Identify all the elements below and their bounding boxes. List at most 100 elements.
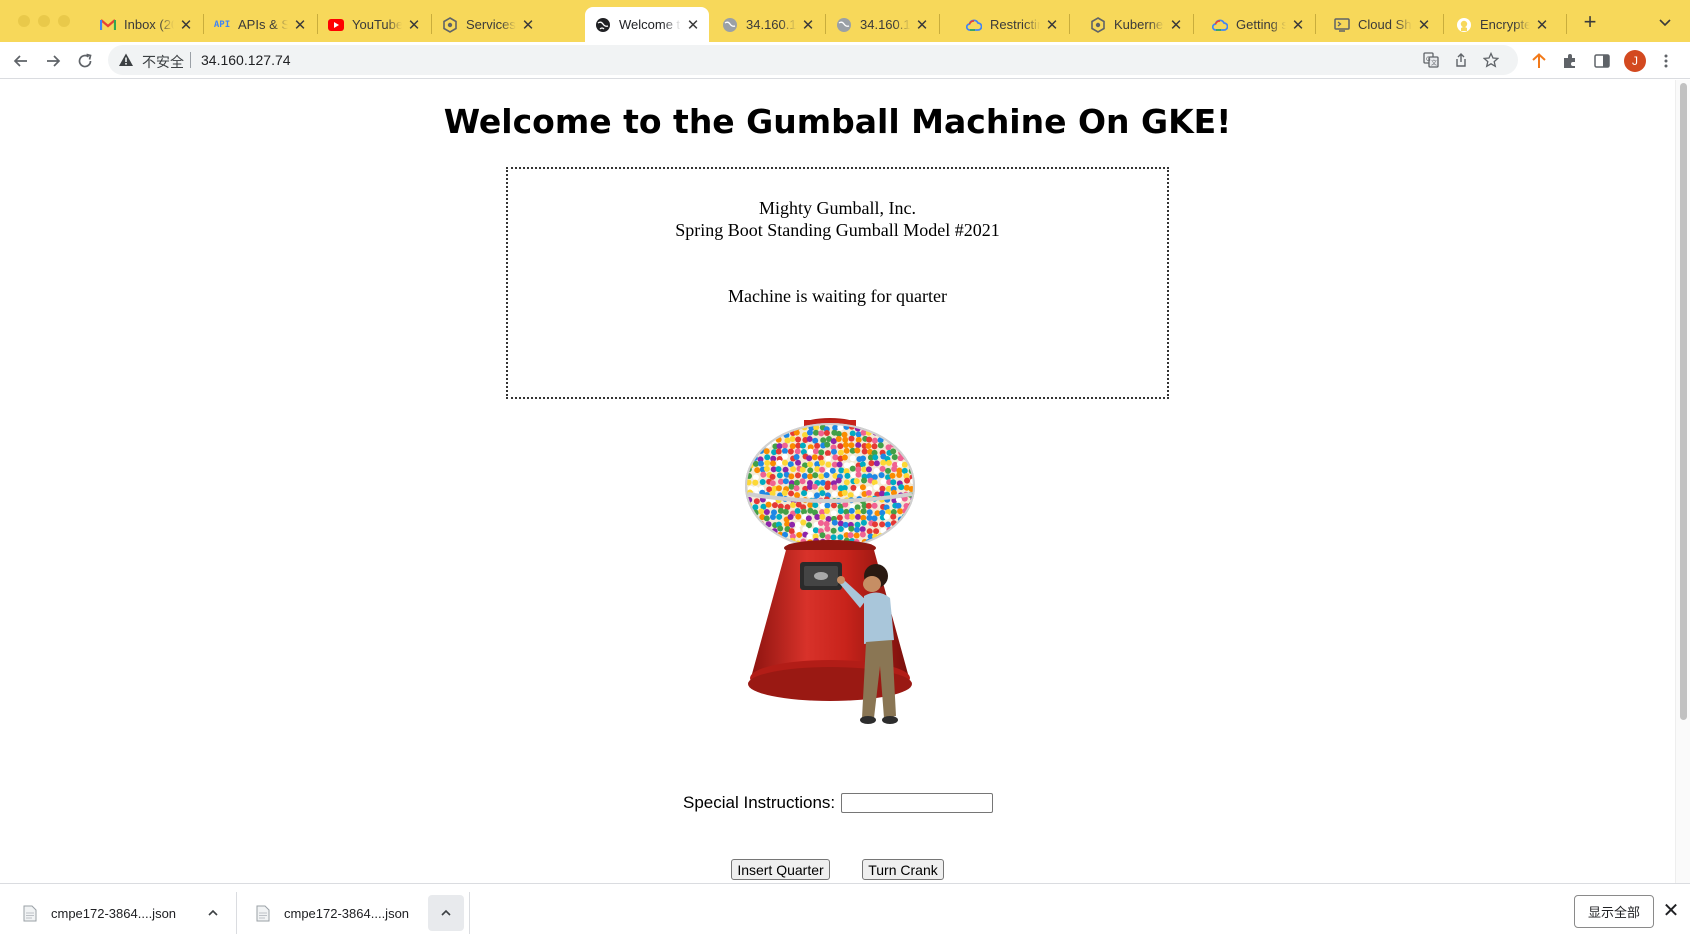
gumball (902, 432, 909, 439)
gumball (795, 459, 802, 466)
gumball (847, 532, 854, 539)
tab-cloud-shell[interactable]: Cloud Shell ✕ (1324, 7, 1440, 42)
reload-button[interactable] (74, 50, 96, 72)
gumball (746, 532, 748, 539)
back-button[interactable] (10, 50, 32, 72)
tab-ip-2[interactable]: 34.160.127.74 ✕ (826, 7, 938, 42)
gumball (814, 514, 821, 521)
gumball (831, 519, 838, 526)
gumball (812, 502, 819, 509)
close-icon[interactable]: ✕ (1660, 900, 1682, 922)
special-instructions-input[interactable] (841, 793, 994, 813)
new-tab-button[interactable]: + (1578, 11, 1602, 35)
gumball (789, 443, 796, 450)
gumball (746, 526, 748, 533)
chevron-up-icon[interactable] (428, 895, 464, 931)
tab-encrypted[interactable]: Encrypted ✕ (1446, 7, 1558, 42)
gumball (904, 477, 911, 484)
close-window-button[interactable] (18, 15, 30, 27)
side-panel-icon[interactable] (1593, 52, 1611, 70)
gumball (860, 455, 867, 462)
download-item[interactable]: cmpe172-3864....json (23, 894, 176, 932)
gumball (908, 521, 914, 528)
gumball (819, 532, 826, 539)
gumball (855, 436, 862, 443)
gumball (853, 490, 860, 497)
tab-services[interactable]: Services & Ingress ✕ (432, 7, 544, 42)
cloud-shell-icon (1334, 17, 1350, 33)
warning-icon[interactable] (118, 52, 134, 68)
gumball (865, 490, 872, 497)
gumball (909, 543, 914, 548)
translate-icon[interactable]: G文 (1423, 52, 1439, 68)
tab-inbox[interactable]: Inbox (20) ✕ (90, 7, 202, 42)
gumball (787, 513, 794, 520)
extensions-puzzle-icon[interactable] (1561, 52, 1579, 70)
turn-crank-button[interactable]: Turn Crank (862, 859, 944, 880)
gumball (904, 437, 911, 444)
gumball (769, 537, 776, 544)
close-icon[interactable]: ✕ (800, 17, 816, 34)
tab-youtube[interactable]: YouTube ✕ (318, 7, 430, 42)
close-icon[interactable]: ✕ (914, 17, 930, 34)
chevron-up-icon[interactable] (195, 895, 231, 931)
gumball (752, 429, 759, 436)
extension-arrow-icon[interactable] (1530, 52, 1548, 70)
insert-quarter-button[interactable]: Insert Quarter (731, 859, 830, 880)
svg-text:文: 文 (1431, 59, 1437, 67)
close-icon[interactable]: ✕ (292, 17, 308, 34)
bookmark-star-icon[interactable] (1483, 52, 1499, 68)
tab-ip-1[interactable]: 34.160.127.74 ✕ (712, 7, 824, 42)
gumball (781, 489, 788, 496)
minimize-window-button[interactable] (38, 15, 50, 27)
tab-kubernetes-engine[interactable]: Kubernetes Engine ✕ (1080, 7, 1192, 42)
close-icon[interactable]: ✕ (1044, 17, 1060, 34)
tab-restricting[interactable]: Restricting access ✕ (956, 7, 1068, 42)
gumball (824, 441, 831, 448)
address-bar[interactable]: 不安全 34.160.127.74 G文 (108, 45, 1518, 75)
profile-avatar[interactable]: J (1624, 50, 1646, 72)
close-icon[interactable]: ✕ (1416, 17, 1432, 34)
show-all-downloads-button[interactable]: 显示全部 (1574, 895, 1654, 928)
tab-getting-started[interactable]: Getting started ✕ (1202, 7, 1314, 42)
gumball (860, 508, 867, 515)
share-icon[interactable] (1453, 52, 1469, 68)
gumball (838, 467, 845, 474)
close-icon[interactable]: ✕ (406, 17, 422, 34)
gumball (908, 527, 914, 534)
gumball (877, 442, 884, 449)
gumball (889, 432, 896, 439)
gumball (800, 519, 807, 526)
download-item[interactable]: cmpe172-3864....json (256, 894, 409, 932)
url-text[interactable]: 34.160.127.74 (201, 52, 291, 68)
services-icon (442, 16, 458, 33)
gumball (883, 513, 890, 520)
tab-search-chevron-icon[interactable] (1655, 12, 1675, 32)
forward-button[interactable] (42, 50, 64, 72)
gumball (871, 502, 878, 509)
gumball (747, 534, 754, 541)
tab-welcome-gumball[interactable]: Welcome to the Gumball Machine ✕ (585, 7, 709, 42)
close-icon[interactable]: ✕ (1534, 17, 1550, 34)
gumball (853, 478, 860, 485)
security-label[interactable]: 不安全 (142, 52, 184, 72)
gumball (890, 513, 897, 520)
close-icon[interactable]: ✕ (178, 17, 194, 34)
close-icon[interactable]: ✕ (520, 17, 536, 34)
gumball (835, 435, 842, 442)
vertical-scrollbar[interactable] (1675, 80, 1690, 883)
close-icon[interactable]: ✕ (1290, 17, 1306, 34)
gumball (807, 461, 814, 468)
gumball (753, 538, 760, 545)
more-menu-icon[interactable] (1657, 52, 1675, 70)
zoom-window-button[interactable] (58, 15, 70, 27)
gumball (909, 532, 914, 539)
gumball (746, 454, 748, 461)
gumball (825, 461, 832, 468)
gumball (871, 521, 878, 528)
close-icon[interactable]: ✕ (1168, 17, 1184, 34)
close-icon[interactable]: ✕ (685, 17, 701, 34)
gumball (775, 466, 782, 473)
tab-apis-services[interactable]: API APIs & Services ✕ (204, 7, 316, 42)
scrollbar-thumb[interactable] (1680, 83, 1687, 720)
